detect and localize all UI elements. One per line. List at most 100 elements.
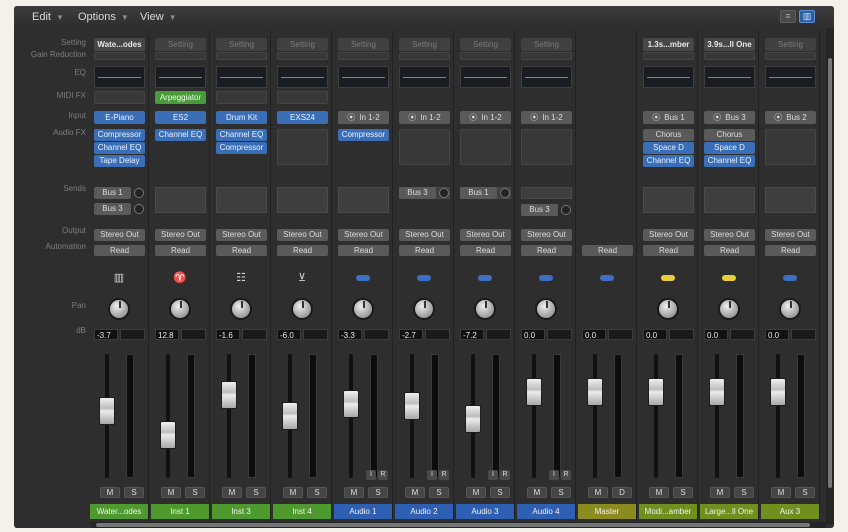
audio-icon[interactable]: [783, 275, 797, 281]
input-monitor-button[interactable]: I: [488, 470, 498, 480]
vertical-scrollbar[interactable]: [826, 28, 834, 524]
output-slot[interactable]: Stereo Out: [643, 229, 694, 241]
output-slot[interactable]: Stereo Out: [94, 229, 145, 241]
send-slot-empty[interactable]: [277, 187, 328, 213]
pan-knob[interactable]: [535, 298, 557, 320]
sampler-icon[interactable]: ⊻: [293, 271, 311, 285]
eq-thumbnail[interactable]: [155, 66, 206, 88]
pan-knob[interactable]: [230, 298, 252, 320]
send-level-knob[interactable]: [439, 188, 449, 198]
mixer-view-button[interactable]: ▥: [799, 10, 815, 23]
audio-fx-slot[interactable]: Chorus: [643, 129, 694, 141]
channel-name[interactable]: Audio 2: [395, 504, 453, 519]
solo-button[interactable]: S: [124, 487, 144, 498]
view-menu[interactable]: View ▼: [140, 10, 177, 24]
volume-db-readout[interactable]: -7.2: [460, 329, 484, 340]
pan-knob[interactable]: [413, 298, 435, 320]
send-slot[interactable]: Bus 3: [521, 204, 558, 216]
drum-icon[interactable]: ☷: [232, 271, 250, 285]
mute-button[interactable]: M: [161, 487, 181, 498]
volume-db-readout[interactable]: -1.6: [216, 329, 240, 340]
volume-db-readout[interactable]: 0.0: [643, 329, 667, 340]
volume-db-readout[interactable]: -3.3: [338, 329, 362, 340]
pan-knob[interactable]: [169, 298, 191, 320]
midi-fx-slot-empty[interactable]: [216, 91, 267, 104]
channel-name[interactable]: Water...odes: [90, 504, 148, 519]
output-slot[interactable]: Stereo Out: [277, 229, 328, 241]
output-slot[interactable]: Stereo Out: [216, 229, 267, 241]
volume-fader[interactable]: [221, 381, 237, 409]
pan-knob[interactable]: [657, 298, 679, 320]
eq-thumbnail[interactable]: [94, 66, 145, 88]
mute-button[interactable]: M: [588, 487, 608, 498]
output-slot[interactable]: Stereo Out: [155, 229, 206, 241]
audio-icon[interactable]: [478, 275, 492, 281]
channel-name[interactable]: Audio 1: [334, 504, 392, 519]
audio-icon[interactable]: [600, 275, 614, 281]
mute-button[interactable]: M: [527, 487, 547, 498]
record-enable-button[interactable]: R: [561, 470, 571, 480]
input-slot[interactable]: ⦿ In 1-2: [521, 111, 572, 124]
input-slot[interactable]: ⦿ In 1-2: [338, 111, 389, 124]
audio-fx-slot[interactable]: Channel EQ: [94, 142, 145, 154]
volume-db-readout[interactable]: 0.0: [521, 329, 545, 340]
setting-button[interactable]: Setting: [277, 38, 328, 51]
output-slot[interactable]: Stereo Out: [704, 229, 755, 241]
eq-thumbnail[interactable]: [399, 66, 450, 88]
solo-button[interactable]: S: [368, 487, 388, 498]
edit-menu[interactable]: Edit ▼: [32, 10, 64, 24]
mute-button[interactable]: M: [649, 487, 669, 498]
audio-icon[interactable]: [417, 275, 431, 281]
solo-button[interactable]: S: [673, 487, 693, 498]
volume-fader[interactable]: [282, 402, 298, 430]
channel-name[interactable]: Modi...amber: [639, 504, 697, 519]
pan-knob[interactable]: [718, 298, 740, 320]
automation-mode-button[interactable]: Read: [582, 245, 633, 256]
input-slot[interactable]: Drum Kit: [216, 111, 267, 124]
channel-name[interactable]: Inst 3: [212, 504, 270, 519]
input-slot[interactable]: EXS24: [277, 111, 328, 124]
setting-button[interactable]: Setting: [460, 38, 511, 51]
audio-fx-slot[interactable]: Channel EQ: [155, 129, 206, 141]
setting-button[interactable]: 1.3s...mber: [643, 38, 694, 51]
volume-fader[interactable]: [99, 397, 115, 425]
volume-fader[interactable]: [526, 378, 542, 406]
automation-mode-button[interactable]: Read: [704, 245, 755, 256]
volume-db-readout[interactable]: 0.0: [704, 329, 728, 340]
solo-button[interactable]: S: [734, 487, 754, 498]
volume-fader[interactable]: [465, 405, 481, 433]
send-slot-empty[interactable]: [216, 187, 267, 213]
solo-button[interactable]: S: [795, 487, 815, 498]
automation-mode-button[interactable]: Read: [216, 245, 267, 256]
audio-fx-slot[interactable]: Tape Delay: [94, 155, 145, 167]
volume-fader[interactable]: [648, 378, 664, 406]
aux-icon[interactable]: [661, 275, 675, 281]
automation-mode-button[interactable]: Read: [277, 245, 328, 256]
volume-db-readout[interactable]: 0.0: [765, 329, 789, 340]
volume-db-readout[interactable]: 0.0: [582, 329, 606, 340]
input-slot[interactable]: E-Piano: [94, 111, 145, 124]
send-slot[interactable]: Bus 3: [399, 187, 436, 199]
eq-thumbnail[interactable]: [277, 66, 328, 88]
output-slot[interactable]: Stereo Out: [521, 229, 572, 241]
solo-button[interactable]: S: [307, 487, 327, 498]
solo-button[interactable]: S: [490, 487, 510, 498]
eq-thumbnail[interactable]: [338, 66, 389, 88]
input-monitor-button[interactable]: I: [427, 470, 437, 480]
channel-name[interactable]: Inst 1: [151, 504, 209, 519]
solo-button[interactable]: S: [246, 487, 266, 498]
horizontal-scrollbar[interactable]: [90, 522, 826, 528]
input-monitor-button[interactable]: I: [549, 470, 559, 480]
output-slot[interactable]: Stereo Out: [399, 229, 450, 241]
record-enable-button[interactable]: R: [378, 470, 388, 480]
send-slot[interactable]: Bus 1: [460, 187, 497, 199]
send-level-knob[interactable]: [561, 205, 571, 215]
volume-db-readout[interactable]: -2.7: [399, 329, 423, 340]
channel-name[interactable]: Aux 3: [761, 504, 819, 519]
output-slot[interactable]: Stereo Out: [765, 229, 816, 241]
setting-button[interactable]: Setting: [521, 38, 572, 51]
mute-button[interactable]: M: [771, 487, 791, 498]
volume-fader[interactable]: [709, 378, 725, 406]
list-view-button[interactable]: ≡: [780, 10, 796, 23]
input-slot[interactable]: ES2: [155, 111, 206, 124]
